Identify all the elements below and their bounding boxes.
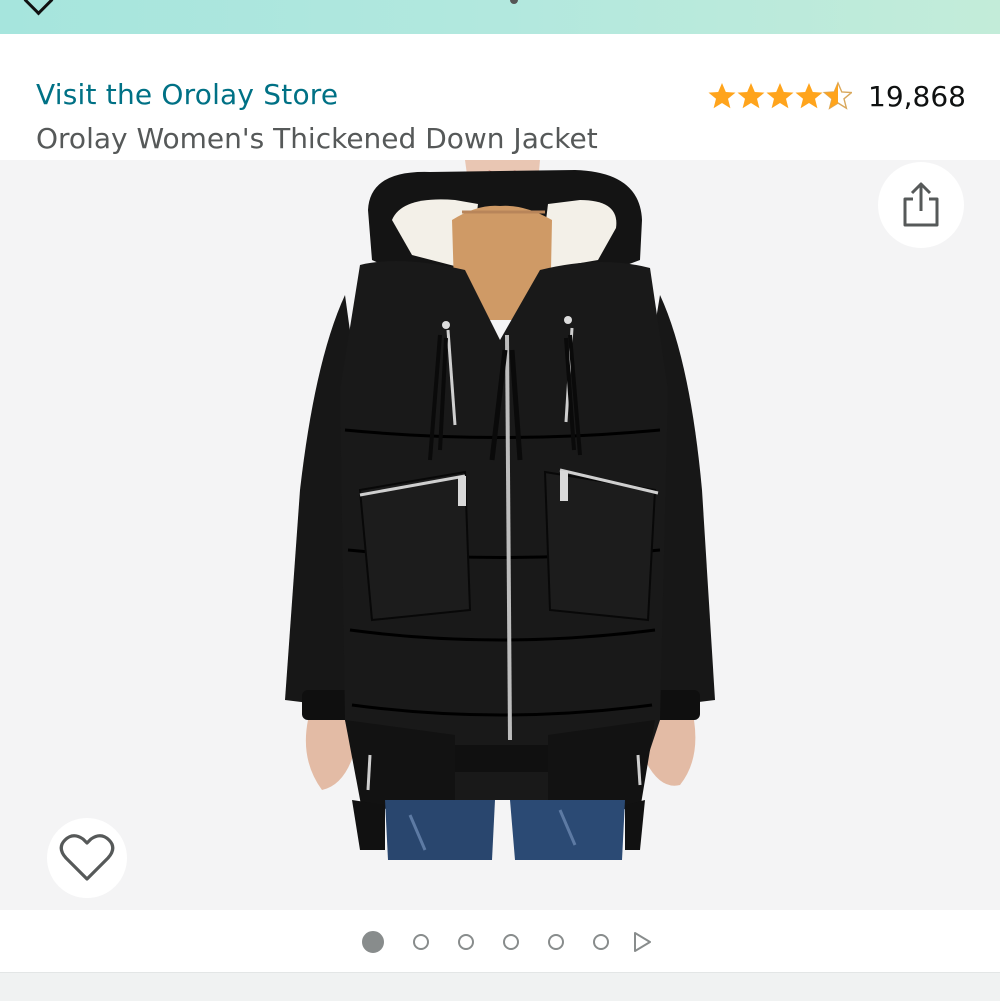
carousel-dot-4[interactable] xyxy=(502,934,519,950)
heart-icon xyxy=(59,834,115,881)
star-rating xyxy=(708,81,853,111)
jacket-photo xyxy=(285,160,715,860)
stars-icon xyxy=(708,81,853,110)
carousel-dot-5[interactable] xyxy=(547,934,564,950)
carousel-next-button[interactable] xyxy=(631,931,653,953)
wishlist-button[interactable] xyxy=(47,818,127,898)
image-carousel-indicator xyxy=(0,922,1000,962)
carousel-dot-3[interactable] xyxy=(457,934,474,950)
rating-summary[interactable]: 19,868 xyxy=(708,78,966,114)
chevron-icon xyxy=(23,0,54,16)
section-divider xyxy=(0,972,1000,1001)
carousel-dot-2[interactable] xyxy=(412,934,429,950)
share-button[interactable] xyxy=(878,162,964,248)
share-icon xyxy=(903,182,939,227)
product-image[interactable] xyxy=(0,160,1000,910)
carousel-dot-6[interactable] xyxy=(592,934,609,950)
product-title: Orolay Women's Thickened Down Jacket xyxy=(36,122,598,155)
rating-count[interactable]: 19,868 xyxy=(868,80,966,113)
play-icon xyxy=(634,932,651,952)
top-banner xyxy=(0,0,1000,34)
banner-dot xyxy=(510,0,518,4)
carousel-dot-1[interactable] xyxy=(361,931,384,953)
store-link[interactable]: Visit the Orolay Store xyxy=(36,78,338,111)
